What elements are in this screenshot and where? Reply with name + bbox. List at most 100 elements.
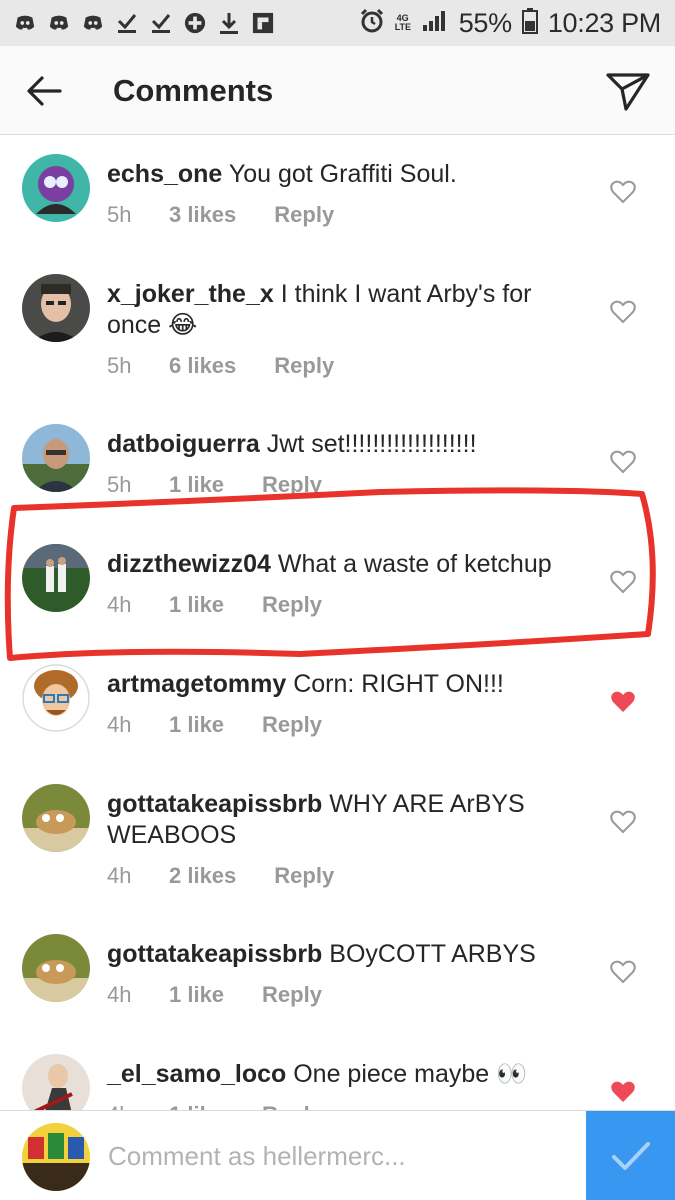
comment-likes[interactable]: 1 like bbox=[169, 472, 224, 498]
reply-button[interactable]: Reply bbox=[262, 1102, 322, 1110]
comment-body: datboiguerra Jwt set!!!!!!!!!!!!!!!!!!! bbox=[107, 429, 587, 460]
status-bar: 4G LTE 55% 10:23 PM bbox=[0, 0, 675, 46]
comment-likes[interactable]: 3 likes bbox=[169, 202, 236, 228]
discord-icon bbox=[48, 12, 70, 34]
comment-time: 5h bbox=[107, 472, 132, 497]
comment-time: 4h bbox=[107, 982, 132, 1007]
comment-body: gottatakeapissbrb BOyCOTT ARBYS bbox=[107, 939, 587, 970]
clock: 10:23 PM bbox=[547, 7, 661, 38]
avatar[interactable] bbox=[22, 1054, 90, 1110]
share-button[interactable] bbox=[602, 68, 654, 116]
reply-button[interactable]: Reply bbox=[262, 982, 322, 1008]
download-done-icon bbox=[150, 12, 172, 34]
back-button[interactable] bbox=[20, 71, 68, 111]
comment-body: artmagetommy Corn: RIGHT ON!!! bbox=[107, 669, 587, 700]
comment-body: echs_one You got Graffiti Soul. bbox=[107, 159, 587, 190]
comment-meta: 5h 6 likes Reply bbox=[107, 353, 334, 379]
comments-list[interactable]: echs_one You got Graffiti Soul. 5h 3 lik… bbox=[0, 136, 675, 1110]
comment-time: 5h bbox=[107, 202, 132, 227]
flipboard-icon bbox=[252, 12, 274, 34]
comment-username[interactable]: x_joker_the_x bbox=[107, 280, 274, 308]
comment-meta: 4h 1 like Reply bbox=[107, 592, 322, 618]
comment-composer bbox=[0, 1110, 675, 1200]
avatar[interactable] bbox=[22, 664, 90, 732]
comment-likes[interactable]: 1 like bbox=[169, 1102, 224, 1110]
avatar[interactable] bbox=[22, 274, 90, 342]
heart-outline-icon bbox=[610, 960, 636, 984]
comment-likes[interactable]: 1 like bbox=[169, 982, 224, 1008]
comment-likes[interactable]: 6 likes bbox=[169, 353, 236, 379]
avatar[interactable] bbox=[22, 934, 90, 1002]
reply-button[interactable]: Reply bbox=[274, 863, 334, 889]
comment-username[interactable]: _el_samo_loco bbox=[107, 1060, 286, 1088]
heart-outline-icon bbox=[610, 300, 636, 324]
heart-outline-icon bbox=[610, 570, 636, 594]
arrow-left-icon bbox=[27, 76, 62, 106]
battery-percent: 55% bbox=[458, 7, 512, 38]
avatar[interactable] bbox=[22, 544, 90, 612]
avatar[interactable] bbox=[22, 154, 90, 222]
alarm-icon bbox=[359, 8, 385, 39]
comment-message: Jwt set!!!!!!!!!!!!!!!!!!! bbox=[266, 430, 477, 458]
heart-outline-icon bbox=[610, 180, 636, 204]
like-button[interactable] bbox=[606, 1076, 640, 1108]
like-button[interactable] bbox=[606, 806, 640, 838]
header-bar: Comments bbox=[0, 46, 675, 135]
comment-body: x_joker_the_x I think I want Arby's for … bbox=[107, 279, 587, 341]
comment-time: 4h bbox=[107, 863, 132, 888]
comment-body: gottatakeapissbrb WHY ARE ArBYS WEABOOS bbox=[107, 789, 587, 851]
like-button[interactable] bbox=[606, 956, 640, 988]
reply-button[interactable]: Reply bbox=[274, 353, 334, 379]
checkmark-icon bbox=[611, 1142, 650, 1170]
comment-likes[interactable]: 1 like bbox=[169, 712, 224, 738]
comment-username[interactable]: echs_one bbox=[107, 160, 222, 188]
reply-button[interactable]: Reply bbox=[262, 592, 322, 618]
comment-input[interactable] bbox=[108, 1133, 568, 1179]
heart-outline-icon bbox=[610, 450, 636, 474]
comment-meta: 4h 1 like Reply bbox=[107, 982, 322, 1008]
avatar bbox=[22, 1123, 90, 1191]
comment-message: BOyCOTT ARBYS bbox=[329, 940, 536, 968]
comment-meta: 4h 1 like Reply bbox=[107, 1102, 322, 1110]
like-button[interactable] bbox=[606, 296, 640, 328]
network-type-label: 4G LTE bbox=[394, 13, 412, 32]
comment-meta: 4h 2 likes Reply bbox=[107, 863, 334, 889]
avatar[interactable] bbox=[22, 424, 90, 492]
comment-body: dizzthewizz04 What a waste of ketchup bbox=[107, 549, 587, 580]
comment-time: 4h bbox=[107, 592, 132, 617]
paper-plane-icon bbox=[606, 73, 650, 111]
comment-time: 4h bbox=[107, 1102, 169, 1110]
reply-button[interactable]: Reply bbox=[262, 472, 322, 498]
signal-icon bbox=[421, 9, 449, 38]
comment-meta: 5h 3 likes Reply bbox=[107, 202, 334, 228]
reply-button[interactable]: Reply bbox=[262, 712, 322, 738]
comment-likes[interactable]: 1 like bbox=[169, 592, 224, 618]
reply-button[interactable]: Reply bbox=[274, 202, 334, 228]
download-icon bbox=[218, 12, 240, 34]
comment-message: You got Graffiti Soul. bbox=[228, 160, 457, 188]
comment-username[interactable]: gottatakeapissbrb bbox=[107, 940, 322, 968]
avatar[interactable] bbox=[22, 784, 90, 852]
comment-meta: 4h 1 like Reply bbox=[107, 712, 322, 738]
plus-circle-icon bbox=[184, 12, 206, 34]
comment-username[interactable]: dizzthewizz04 bbox=[107, 550, 271, 578]
post-comment-button[interactable] bbox=[586, 1111, 675, 1200]
heart-filled-icon bbox=[611, 691, 635, 712]
comment-username[interactable]: datboiguerra bbox=[107, 430, 260, 458]
comment-username[interactable]: gottatakeapissbrb bbox=[107, 790, 322, 818]
comment-time: 5h bbox=[107, 353, 132, 378]
comment-message: Corn: RIGHT ON!!! bbox=[293, 670, 504, 698]
heart-filled-icon bbox=[611, 1081, 635, 1102]
discord-icon bbox=[14, 12, 36, 34]
comment-message: What a waste of ketchup bbox=[277, 550, 552, 578]
comment-meta: 5h 1 like Reply bbox=[107, 472, 322, 498]
comment-likes[interactable]: 2 likes bbox=[169, 863, 236, 889]
heart-outline-icon bbox=[610, 810, 636, 834]
like-button[interactable] bbox=[606, 686, 640, 718]
like-button[interactable] bbox=[606, 176, 640, 208]
battery-icon bbox=[521, 7, 538, 39]
discord-icon bbox=[82, 12, 104, 34]
like-button[interactable] bbox=[606, 566, 640, 598]
comment-username[interactable]: artmagetommy bbox=[107, 670, 286, 698]
like-button[interactable] bbox=[606, 446, 640, 478]
